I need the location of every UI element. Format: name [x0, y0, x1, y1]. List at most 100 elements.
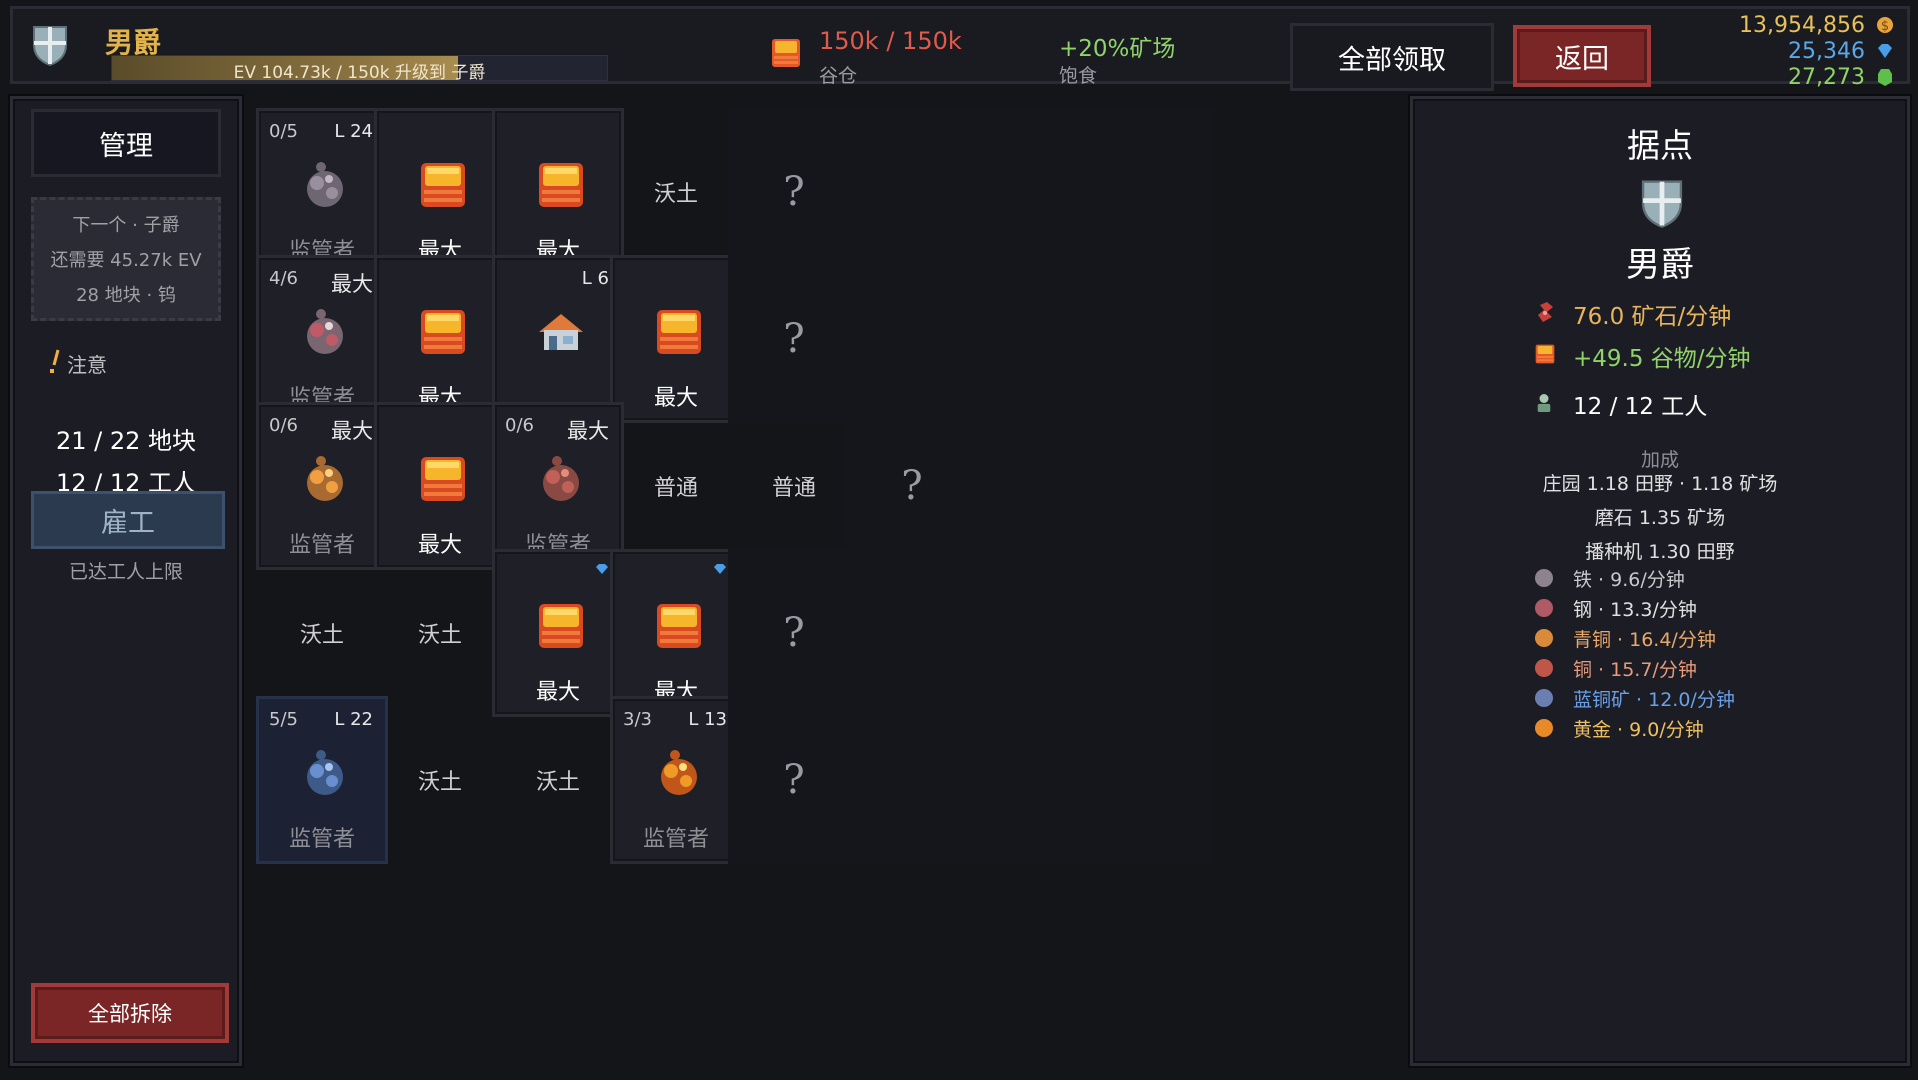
note-label[interactable]: 注意 — [67, 349, 107, 378]
empty-plot-tile[interactable] — [964, 255, 1096, 423]
grain-rate: +49.5 谷物/分钟 — [1573, 346, 1751, 372]
plot-tile[interactable]: 最大 — [374, 402, 506, 570]
locked-plot-tile[interactable]: ? — [846, 402, 978, 570]
empty-plot-tile[interactable] — [846, 696, 978, 864]
locked-plot-tile[interactable]: ? — [728, 108, 860, 276]
plot-tile[interactable]: 最大 — [610, 549, 742, 717]
steel-ore-icon — [299, 306, 351, 358]
bonus-line: 播种机 1.30 田野 — [1585, 541, 1735, 563]
claim-all-button[interactable]: 全部领取 — [1290, 23, 1494, 91]
management-panel: 管理 下一个 · 子爵 还需要 45.27k EV 28 地块 · 钨 注意 2… — [10, 96, 242, 1066]
plot-tile[interactable]: 3/3 L 13 监管者 — [610, 696, 742, 864]
worker-slots: 5/5 — [269, 709, 298, 730]
emerald-icon — [1875, 67, 1895, 87]
manage-tab[interactable]: 管理 — [31, 109, 221, 177]
azurite-icon — [1535, 689, 1553, 707]
worker-slots: 4/6 — [269, 268, 298, 289]
currency-value: 25,346 — [1788, 39, 1865, 64]
worker-icon — [1535, 393, 1555, 415]
land-tile[interactable]: 普通 — [728, 402, 860, 570]
empty-plot-tile[interactable] — [846, 549, 978, 717]
empty-plot-tile[interactable] — [964, 108, 1096, 276]
worker-slots: 0/5 — [269, 121, 298, 142]
ore-rate-row: 铜 · 15.7/分钟 — [1573, 659, 1697, 681]
locked-plot-tile[interactable]: ? — [728, 255, 860, 423]
stronghold-rank: 男爵 — [1626, 245, 1694, 285]
stronghold-panel: 据点 男爵 76.0 矿石/分钟 +49.5 谷物/分钟 12 / 12 工人 … — [1410, 96, 1910, 1066]
empty-plot-tile[interactable] — [846, 108, 978, 276]
hire-worker-button[interactable]: 雇工 — [31, 491, 225, 549]
currency-value: 13,954,856 — [1739, 13, 1865, 38]
shield-icon — [1639, 177, 1685, 229]
plot-tile[interactable]: 0/6 最大 监管者 — [256, 402, 388, 570]
plot-tile[interactable]: 最大 — [374, 255, 506, 423]
supervisor-label: 监管者 — [642, 827, 709, 852]
empty-plot-tile[interactable] — [964, 549, 1096, 717]
land-type-label: 普通 — [771, 476, 816, 501]
next-rank-line: 下一个 · 子爵 — [72, 215, 180, 236]
land-type-label: 普通 — [653, 476, 698, 501]
plot-tile[interactable]: 最大 — [610, 255, 742, 423]
granary-icon — [653, 306, 705, 358]
worker-slots: 3/3 — [623, 709, 652, 730]
plot-tile[interactable]: 最大 — [492, 549, 624, 717]
plot-tile[interactable]: 最大 — [492, 108, 624, 276]
land-tile[interactable]: 沃土 — [256, 549, 388, 717]
ore-rate-row: 黄金 · 9.0/分钟 — [1573, 719, 1704, 741]
diamond-icon — [713, 560, 727, 574]
empty-plot-tile[interactable] — [964, 402, 1096, 570]
land-tile[interactable]: 沃土 — [374, 696, 506, 864]
locked-plot-tile[interactable]: ? — [728, 696, 860, 864]
empty-plot-tile[interactable] — [964, 696, 1096, 864]
locked-icon: ? — [783, 610, 805, 656]
land-type-label: 沃土 — [417, 770, 462, 795]
max-badge: 最大 — [331, 419, 373, 443]
level-label: L 6 — [581, 268, 609, 289]
max-badge: 最大 — [567, 419, 609, 443]
plot-tile[interactable]: 最大 — [374, 108, 506, 276]
land-tile[interactable]: 普通 — [610, 402, 742, 570]
empty-plot-tile[interactable] — [846, 255, 978, 423]
plot-tile[interactable]: 0/6 最大 监管者 — [492, 402, 624, 570]
empty-plot-tile[interactable] — [1082, 696, 1214, 864]
land-type-label: 沃土 — [653, 182, 698, 207]
worker-count: 12 / 12 工人 — [1573, 394, 1708, 420]
empty-plot-tile[interactable] — [1082, 549, 1214, 717]
empty-plot-tile[interactable] — [1082, 108, 1214, 276]
svg-text:$: $ — [1881, 19, 1889, 34]
ev-progress-bar: EV 104.73k / 150k 升级到 子爵 — [111, 55, 608, 83]
locked-icon: ? — [783, 169, 805, 215]
max-badge: 最大 — [331, 272, 373, 296]
house-icon — [535, 306, 587, 358]
next-rank-box: 下一个 · 子爵 还需要 45.27k EV 28 地块 · 钨 — [31, 197, 221, 321]
plot-tile[interactable]: L 6 — [492, 255, 624, 423]
locked-icon: ? — [901, 463, 923, 509]
boost-label: 饱食 — [1059, 65, 1098, 87]
plot-tile[interactable]: 0/5 L 24 监管者 — [256, 108, 388, 276]
iron-ore-icon — [299, 159, 351, 211]
locked-icon: ? — [783, 316, 805, 362]
bonus-header: 加成 — [1640, 449, 1679, 471]
locked-plot-tile[interactable]: ? — [728, 549, 860, 717]
granary-value: 150k / 150k — [819, 27, 962, 55]
empty-plot-tile[interactable] — [1082, 255, 1214, 423]
ev-progress-text: EV 104.73k / 150k 升级到 子爵 — [233, 63, 486, 83]
level-label: L 13 — [688, 709, 727, 730]
plot-tile[interactable]: 4/6 最大 监管者 — [256, 255, 388, 423]
land-tile[interactable]: 沃土 — [374, 549, 506, 717]
ore-rate-row: 铁 · 9.6/分钟 — [1573, 569, 1685, 591]
granary-icon — [771, 37, 801, 69]
stronghold-title: 据点 — [1627, 126, 1693, 165]
land-type-label: 沃土 — [299, 623, 344, 648]
currency-value: 27,273 — [1788, 65, 1865, 90]
diamond-icon — [1875, 41, 1895, 61]
copper-icon — [1535, 659, 1553, 677]
demolish-all-button[interactable]: 全部拆除 — [31, 983, 229, 1043]
empty-plot-tile[interactable] — [1082, 402, 1214, 570]
land-tile[interactable]: 沃土 — [492, 696, 624, 864]
back-button[interactable]: 返回 — [1513, 25, 1651, 87]
bronze-ore-icon — [299, 453, 351, 505]
land-tile[interactable]: 沃土 — [610, 108, 742, 276]
land-type-label: 沃土 — [417, 623, 462, 648]
plot-tile[interactable]: 5/5 L 22 监管者 — [256, 696, 388, 864]
